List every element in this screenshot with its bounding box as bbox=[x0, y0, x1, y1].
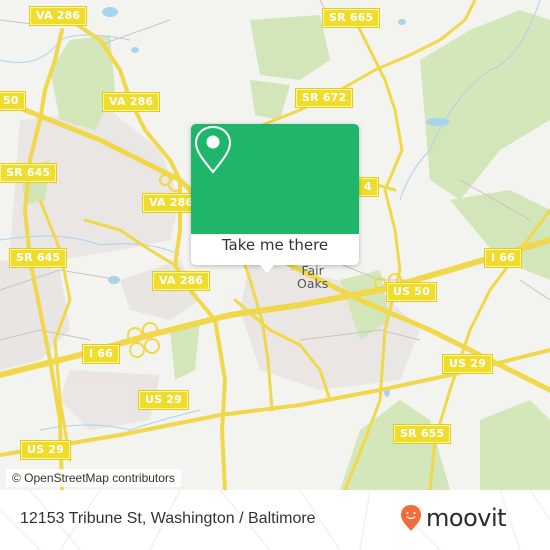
popup-pointer bbox=[259, 264, 275, 273]
road-label-sr672: SR 672 bbox=[294, 88, 354, 108]
moovit-logo[interactable]: moovit bbox=[400, 504, 507, 532]
brand-name: moovit bbox=[426, 504, 507, 532]
road-label-sr645: SR 645 bbox=[8, 248, 68, 268]
road-label-us29: US 29 bbox=[138, 390, 189, 410]
road-label-i66: I 66 bbox=[483, 248, 523, 268]
popup-header bbox=[191, 124, 359, 234]
road-label-sr665: SR 665 bbox=[321, 8, 381, 28]
road-label-sr655: SR 655 bbox=[392, 424, 452, 444]
road-label-us50: US 50 bbox=[386, 282, 437, 302]
take-me-there-button[interactable]: Take me there bbox=[191, 236, 359, 254]
road-label-us29: US 29 bbox=[442, 354, 493, 374]
road-label-sr645: SR 645 bbox=[0, 163, 58, 183]
road-label-va286: VA 286 bbox=[151, 271, 211, 291]
address-text: 12153 Tribune St, Washington / Baltimore bbox=[20, 510, 316, 527]
road-label-va286: VA 286 bbox=[101, 92, 161, 112]
place-label-fair-oaks: Fair Oaks bbox=[297, 264, 328, 290]
map-pin-icon bbox=[194, 125, 232, 174]
map-attribution[interactable]: © OpenStreetMap contributors bbox=[6, 469, 181, 487]
place-label-line: Oaks bbox=[297, 276, 329, 291]
road-label-us50: 50 bbox=[0, 91, 26, 111]
footer-bar: 12153 Tribune St, Washington / Baltimore… bbox=[0, 490, 550, 550]
moovit-pin-icon bbox=[401, 505, 421, 531]
road-label-us29: US 29 bbox=[20, 440, 71, 460]
location-popup: Take me there bbox=[191, 124, 359, 273]
road-label-sr674: 4 bbox=[357, 177, 379, 197]
road-label-i66: I 66 bbox=[81, 344, 121, 364]
map-view[interactable]: VA 286 SR 665 50 VA 286 SR 672 SR 645 VA… bbox=[0, 0, 550, 490]
road-label-va286: VA 286 bbox=[28, 6, 88, 26]
